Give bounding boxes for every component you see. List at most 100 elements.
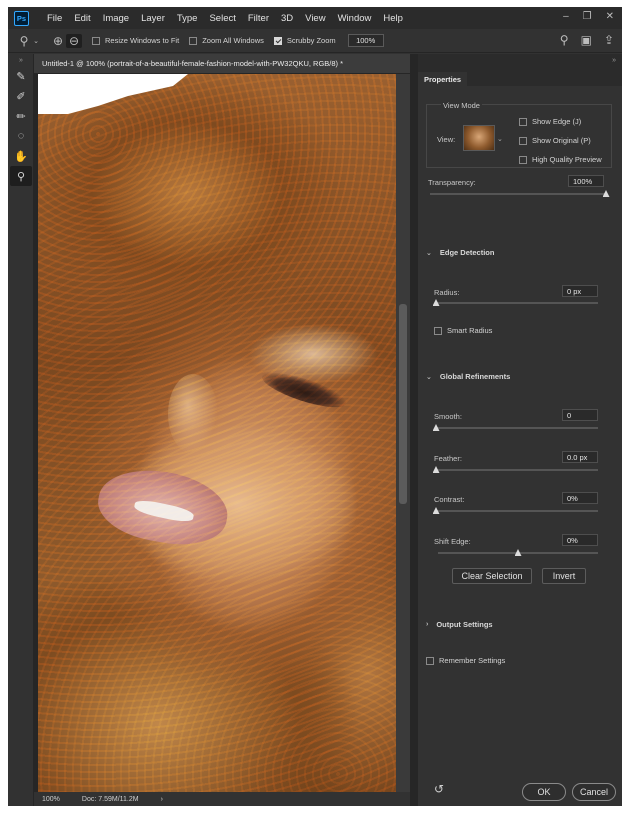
zoom-percent-field[interactable]: 100%: [347, 34, 384, 47]
smooth-slider-track[interactable]: [436, 427, 598, 429]
hand-tool-icon[interactable]: ✋: [10, 146, 32, 166]
options-bar: ⚲ ⌄ ⊕ ⊖ Resize Windows to Fit Zoom All W…: [8, 29, 622, 53]
radius-field[interactable]: 0 px: [562, 285, 598, 297]
invert-button[interactable]: Invert: [542, 568, 586, 584]
shift-edge-label: Shift Edge:: [434, 537, 471, 546]
status-bar: 100% Doc: 7.59M/11.2M ›: [34, 792, 410, 806]
menu-item-image[interactable]: Image: [97, 13, 135, 24]
transparency-slider-track[interactable]: [430, 193, 606, 195]
close-icon[interactable]: ✕: [606, 11, 614, 22]
remember-settings-checkbox[interactable]: Remember Settings: [426, 656, 505, 665]
contrast-label: Contrast:: [434, 495, 465, 504]
window-controls: – ❐ ✕: [563, 11, 614, 22]
quick-selection-tool-icon[interactable]: ✎: [10, 66, 32, 86]
zoom-in-icon[interactable]: ⊕: [50, 34, 66, 48]
checkbox-box[interactable]: [189, 36, 198, 45]
reset-icon[interactable]: ↺: [434, 782, 444, 796]
contrast-field[interactable]: 0%: [562, 492, 598, 504]
document-tab[interactable]: Untitled-1 @ 100% (portrait-of-a-beautif…: [34, 54, 410, 74]
status-zoom[interactable]: 100%: [42, 796, 60, 803]
zoom-tool-icon[interactable]: ⚲: [16, 34, 32, 48]
chevron-down-icon: ⌄: [426, 373, 432, 381]
menu-item-help[interactable]: Help: [377, 13, 409, 24]
shift-edge-field[interactable]: 0%: [562, 534, 598, 546]
smooth-label: Smooth:: [434, 412, 462, 421]
menu-item-file[interactable]: File: [41, 13, 68, 24]
workspace-icon[interactable]: ▣: [581, 33, 592, 47]
checkbox-box[interactable]: [434, 326, 442, 335]
smart-radius-checkbox[interactable]: Smart Radius: [434, 326, 492, 335]
zoom-out-icon[interactable]: ⊖: [66, 33, 82, 48]
lasso-tool-icon[interactable]: ◌: [10, 126, 32, 146]
checkbox-box[interactable]: [426, 656, 434, 665]
view-mode-thumbnail[interactable]: [463, 125, 495, 151]
collapse-icon[interactable]: »: [612, 57, 616, 64]
menu-item-3d[interactable]: 3D: [275, 13, 299, 24]
radius-label: Radius:: [434, 288, 460, 297]
clear-selection-button[interactable]: Clear Selection: [452, 568, 532, 584]
app-logo: Ps: [14, 10, 29, 26]
menu-item-select[interactable]: Select: [203, 13, 241, 24]
curly-hair-texture: [38, 74, 396, 792]
chevron-right-icon: ›: [426, 621, 429, 628]
checkbox-box[interactable]: [92, 36, 100, 45]
view-mode-title: View Mode: [441, 101, 482, 110]
menu-item-edit[interactable]: Edit: [68, 13, 96, 24]
document-title: Untitled-1 @ 100% (portrait-of-a-beautif…: [42, 59, 344, 68]
checkbox-box[interactable]: [273, 36, 282, 45]
smooth-field[interactable]: 0: [562, 409, 598, 421]
chevron-down-icon[interactable]: ⌄: [497, 135, 503, 143]
checkbox-box[interactable]: [519, 155, 527, 164]
feather-slider-track[interactable]: [436, 469, 598, 471]
vertical-scrollbar[interactable]: [396, 74, 410, 792]
tab-properties[interactable]: Properties: [418, 72, 468, 86]
minimize-icon[interactable]: –: [563, 11, 569, 22]
canvas-area[interactable]: [34, 74, 410, 792]
chevron-down-icon[interactable]: ⌄: [32, 37, 40, 45]
zoom-tool-icon[interactable]: ⚲: [10, 166, 32, 186]
checkbox-box[interactable]: [519, 117, 527, 126]
brush-tool-icon[interactable]: ✏: [10, 106, 32, 126]
options-right: ⚲ ▣ ⇪: [560, 33, 614, 47]
ok-button[interactable]: OK: [522, 783, 566, 801]
chevron-down-icon: ⌄: [426, 249, 432, 257]
checkbox-box[interactable]: [519, 136, 527, 145]
high-quality-preview-checkbox[interactable]: High Quality Preview: [519, 155, 602, 164]
view-mode-group: View Mode View: ⌄ Show Edge (J) Show Ori…: [426, 101, 612, 168]
show-edge-checkbox[interactable]: Show Edge (J): [519, 117, 581, 126]
tools-panel: » ✎ ✐ ✏ ◌ ✋ ⚲: [8, 54, 34, 806]
feather-label: Feather:: [434, 454, 462, 463]
properties-panel: » Properties View Mode View: ⌄ Show Edge…: [418, 54, 622, 806]
restore-icon[interactable]: ❐: [583, 11, 592, 22]
menu-bar: Ps File Edit Image Layer Type Select Filter 3D V…: [8, 7, 622, 29]
global-refinements-header[interactable]: ⌄ Global Refinements: [426, 372, 510, 381]
scrubby-zoom-checkbox[interactable]: Scrubby Zoom: [273, 36, 336, 45]
view-label: View:: [437, 135, 456, 144]
menu-item-type[interactable]: Type: [171, 13, 204, 24]
refine-edge-brush-icon[interactable]: ✐: [10, 86, 32, 106]
menu-items: File Edit Image Layer Type Select Filter 3D View…: [41, 13, 409, 24]
output-settings-header[interactable]: › Output Settings: [426, 620, 493, 629]
radius-slider-track[interactable]: [436, 302, 598, 304]
photoshop-window: Ps File Edit Image Layer Type Select Filter 3D V…: [8, 7, 622, 806]
contrast-slider-track[interactable]: [436, 510, 598, 512]
cancel-button[interactable]: Cancel: [572, 783, 616, 801]
search-icon[interactable]: ⚲: [560, 33, 569, 47]
menu-item-layer[interactable]: Layer: [135, 13, 171, 24]
scrollbar-thumb[interactable]: [399, 304, 407, 504]
menu-item-filter[interactable]: Filter: [242, 13, 275, 24]
collapse-icon[interactable]: »: [10, 54, 32, 66]
show-original-checkbox[interactable]: Show Original (P): [519, 136, 591, 145]
transparency-field[interactable]: 100%: [568, 175, 604, 187]
status-doc-size: Doc: 7.59M/11.2M: [81, 795, 139, 803]
menu-item-window[interactable]: Window: [332, 13, 378, 24]
edge-detection-header[interactable]: ⌄ Edge Detection: [426, 248, 494, 257]
chevron-right-icon[interactable]: ›: [161, 796, 163, 803]
share-icon[interactable]: ⇪: [604, 33, 614, 47]
portrait-image[interactable]: [38, 74, 396, 792]
transparency-label: Transparency:: [428, 178, 476, 187]
feather-field[interactable]: 0.0 px: [562, 451, 598, 463]
zoom-all-windows-checkbox[interactable]: Zoom All Windows: [189, 36, 264, 45]
menu-item-view[interactable]: View: [299, 13, 331, 24]
resize-windows-checkbox[interactable]: Resize Windows to Fit: [92, 36, 179, 45]
